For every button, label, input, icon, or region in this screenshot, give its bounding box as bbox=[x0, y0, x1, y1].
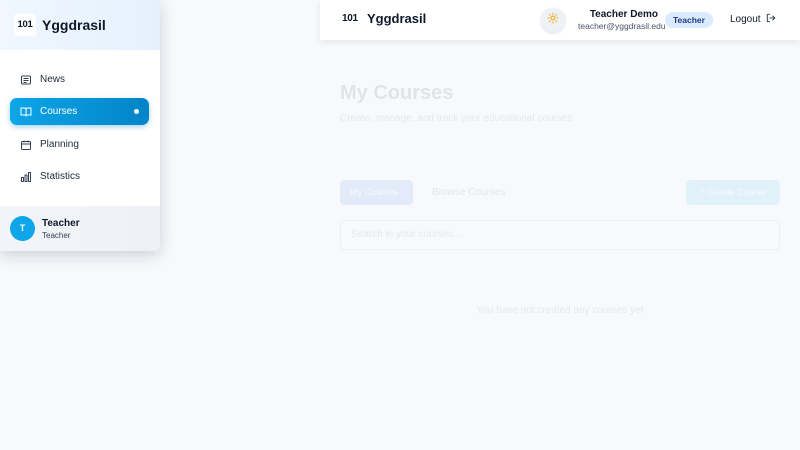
sidebar-item-label: Courses bbox=[40, 106, 78, 117]
calendar-icon bbox=[20, 139, 32, 151]
sidebar-user-footer: T Teacher Teacher bbox=[0, 206, 160, 251]
user-info: Teacher Demo teacher@yggdrasil.edu bbox=[578, 9, 666, 32]
book-icon bbox=[20, 106, 32, 118]
role-badge: Teacher bbox=[665, 12, 713, 28]
main-content: My Courses Create, manage, and track you… bbox=[340, 82, 780, 316]
empty-state-message: You have not created any courses yet bbox=[476, 305, 644, 316]
page-subtitle: Create, manage, and track your education… bbox=[340, 113, 573, 124]
sidebar-item-courses[interactable]: Courses bbox=[10, 98, 149, 125]
sidebar-brand[interactable]: Yggdrasil bbox=[42, 17, 106, 33]
logout-label: Logout bbox=[730, 14, 761, 25]
avatar[interactable]: T bbox=[10, 216, 35, 241]
user-email: teacher@yggdrasil.edu bbox=[578, 21, 666, 31]
sidebar-logo[interactable]: 101 bbox=[14, 14, 36, 36]
active-indicator-dot bbox=[134, 109, 139, 114]
create-course-button[interactable]: + Create Course bbox=[686, 180, 780, 205]
footer-user-name: Teacher bbox=[42, 218, 80, 229]
sidebar-item-label: Statistics bbox=[40, 171, 81, 182]
sun-icon bbox=[547, 11, 559, 29]
page-title: My Courses bbox=[340, 82, 454, 104]
course-controls: My Courses Browse Courses + Create Cours… bbox=[340, 180, 780, 206]
course-search-input[interactable]: Search in your courses... bbox=[340, 220, 780, 250]
sidebar-item-label: News bbox=[40, 74, 66, 85]
sidebar-item-planning[interactable]: Planning bbox=[10, 131, 149, 158]
bar-chart-icon bbox=[20, 171, 32, 183]
tab-browse-courses[interactable]: Browse Courses bbox=[432, 180, 505, 205]
sidebar-header: 101 Yggdrasil bbox=[0, 0, 160, 50]
top-header: 101 Yggdrasil Teacher Demo teacher@yggdr… bbox=[320, 0, 800, 40]
header-brand[interactable]: Yggdrasil bbox=[367, 11, 426, 26]
footer-user-role: Teacher bbox=[42, 231, 71, 240]
tab-my-courses[interactable]: My Courses bbox=[340, 180, 413, 205]
logout-button[interactable]: Logout bbox=[730, 13, 776, 26]
header-logo[interactable]: 101 bbox=[342, 13, 358, 24]
sidebar-item-news[interactable]: News bbox=[10, 66, 149, 93]
sidebar-item-label: Planning bbox=[40, 139, 79, 150]
theme-toggle-button[interactable] bbox=[541, 8, 565, 32]
user-name: Teacher Demo bbox=[589, 9, 658, 20]
sidebar-item-statistics[interactable]: Statistics bbox=[10, 163, 149, 190]
sidebar: 101 Yggdrasil News Courses Planning Stat… bbox=[0, 0, 160, 251]
logout-icon bbox=[766, 13, 776, 26]
newspaper-icon bbox=[20, 74, 32, 86]
